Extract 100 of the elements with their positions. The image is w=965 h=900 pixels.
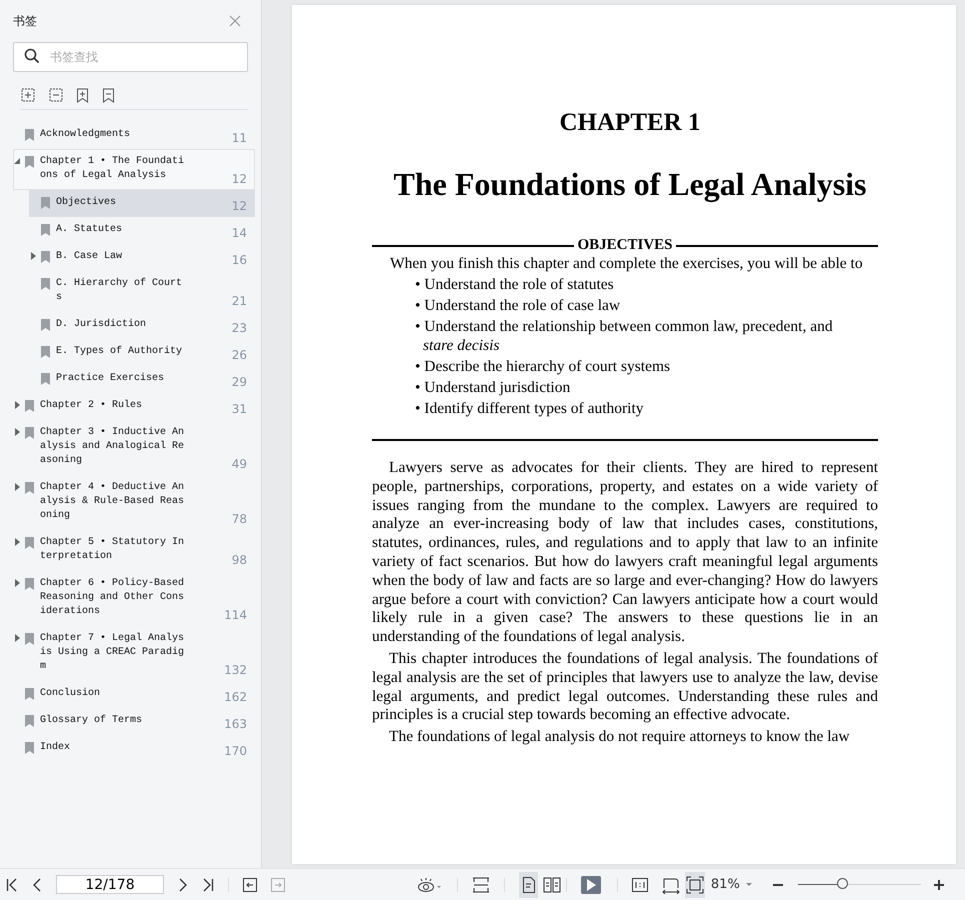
page-number: 12 <box>232 172 247 186</box>
body-paragraph: Lawyers serve as advocates for their clients. They are hired to represent people, partnerships, corporations, property, and estates on a wide variety of issues ranging from the mundane to the complex. Lawyers are required to analyze an ever-increasing body of law that includes cases, constitutions, statutes, ordinances, rules, and regulations and to apply that law to an infinite variety of fact scenarios. But how do lawyers craft meaningful legal arguments when the body of law and facts are so large and ever-changing? How do lawyers argue before a court with conviction? Can lawyers anticipate how a court would likely rule in a given case? The answers to these questions lie in an understanding of the foundations of legal analysis. <box>372 459 878 647</box>
bookmark-label: E. Types of Authority <box>56 345 184 359</box>
expand-arrow-icon[interactable] <box>14 538 21 546</box>
zoom-dropdown[interactable]: 81% <box>710 877 740 892</box>
collapse-all-icon[interactable] <box>48 88 63 103</box>
bookmark-item[interactable]: D. Jurisdiction 23 <box>29 312 255 339</box>
bookmark-item[interactable]: Glossary of Terms 163 <box>13 708 255 735</box>
single-page-view-button[interactable] <box>518 872 538 898</box>
collapse-arrow-icon[interactable] <box>14 157 21 165</box>
objectives-intro: When you finish this chapter and complete the exercises, you will be able to <box>390 255 864 273</box>
eye-icon[interactable] <box>417 876 444 892</box>
bookmark-label: Chapter 7 • Legal Analysis Using a CREAC Paradigm <box>40 632 186 674</box>
page-number: 31 <box>232 402 247 416</box>
bookmark-icon <box>25 537 34 549</box>
bookmark-item[interactable]: Chapter 2 • Rules 31 <box>13 393 255 420</box>
expand-all-icon[interactable] <box>20 88 35 103</box>
page-number: 114 <box>224 608 247 622</box>
bookmark-icon <box>25 482 34 494</box>
search-icon <box>24 48 40 64</box>
bookmark-icon <box>41 319 50 331</box>
bookmark-label: Chapter 4 • Deductive Analysis & Rule-Based Reasoning <box>40 481 186 523</box>
two-page-icon <box>543 876 562 892</box>
expand-arrow-icon[interactable] <box>14 401 21 409</box>
bookmark-item[interactable]: Conclusion 162 <box>13 681 255 708</box>
bookmark-item[interactable]: B. Case Law 16 <box>29 244 255 271</box>
expand-arrow-icon[interactable] <box>14 579 21 587</box>
bookmark-icon <box>41 373 50 385</box>
bookmark-item[interactable]: E. Types of Authority 26 <box>29 339 255 366</box>
previous-page-icon[interactable] <box>32 878 42 892</box>
chapter-title: The Foundations of Legal Analysis <box>392 166 868 203</box>
objective-item: • Understand the role of statutes <box>415 275 615 294</box>
caret-icon[interactable] <box>746 882 752 886</box>
zoom-in-icon[interactable] <box>933 878 945 890</box>
bookmark-icon <box>25 742 34 754</box>
bookmark-label: Index <box>40 741 72 755</box>
bookmark-label: Chapter 3 • Inductive Analysis and Analogical Reasoning <box>40 426 186 468</box>
expand-arrow-icon[interactable] <box>14 634 21 642</box>
bookmark-item[interactable]: A. Statutes 14 <box>29 217 255 244</box>
bookmark-item[interactable]: Chapter 5 • Statutory Interpretation 98 <box>13 530 255 571</box>
bookmark-icon <box>25 633 34 645</box>
expand-arrow-icon[interactable] <box>14 428 21 436</box>
page-number: 170 <box>224 744 247 758</box>
back-icon[interactable] <box>242 878 257 892</box>
page-number: 132 <box>224 663 247 677</box>
expand-arrow-icon[interactable] <box>14 483 21 491</box>
bookmark-icon <box>25 400 34 412</box>
bookmark-icon <box>41 251 50 263</box>
bookmark-item[interactable]: Chapter 1 • The Foundations of Legal Analysis 12 <box>13 149 255 190</box>
bookmark-label: Chapter 5 • Statutory Interpretation <box>40 536 186 564</box>
single-page-icon <box>522 876 536 892</box>
bookmark-item[interactable]: Acknowledgments 11 <box>13 122 255 149</box>
page-number: 14 <box>232 226 247 240</box>
bookmark-item[interactable]: Practice Exercises 29 <box>29 366 255 393</box>
search-field[interactable]: 书签查找 <box>13 42 248 72</box>
objective-item: • Understand the role of case law <box>415 296 622 315</box>
bookmark-label: Conclusion <box>40 687 102 701</box>
bookmark-item[interactable]: C. Hierarchy of Courts 21 <box>29 271 255 312</box>
page-number: 162 <box>224 690 247 704</box>
remove-bookmark-icon[interactable] <box>102 88 115 103</box>
bookmark-item[interactable]: Chapter 7 • Legal Analysis Using a CREAC Paradigm 132 <box>13 626 255 681</box>
bookmark-icon <box>41 224 50 236</box>
bookmark-icon <box>25 129 34 141</box>
bookmark-label: D. Jurisdiction <box>56 318 148 332</box>
panel-title: 书签 <box>13 12 37 30</box>
objective-item: • Describe the hierarchy of court systems <box>415 357 672 376</box>
last-page-icon[interactable] <box>202 878 214 892</box>
bookmark-item[interactable]: Chapter 6 • Policy-Based Reasoning and Other Considerations 114 <box>13 571 255 626</box>
bookmark-item[interactable]: Objectives 12 <box>29 190 255 217</box>
bookmark-item[interactable]: Chapter 3 • Inductive Analysis and Analogical Reasoning 49 <box>13 420 255 475</box>
next-page-icon[interactable] <box>178 878 188 892</box>
page-number: 26 <box>232 348 247 362</box>
fit-width-icon[interactable] <box>472 876 490 892</box>
page-number: 16 <box>232 253 247 267</box>
slider-thumb[interactable] <box>837 878 848 889</box>
page-number: 12 <box>232 199 247 213</box>
section-heading: OBJECTIVES <box>576 237 674 253</box>
bookmark-label: A. Statutes <box>56 223 124 237</box>
bookmark-label: B. Case Law <box>56 250 124 264</box>
page-number-field[interactable]: 12/178 <box>56 875 164 894</box>
objective-item: • Understand the relationship between common law, precedent, and stare decisis <box>415 317 834 355</box>
objective-item: • Identify different types of authority <box>415 399 645 418</box>
bookmark-label: C. Hierarchy of Courts <box>56 277 184 305</box>
bookmark-label: Acknowledgments <box>40 128 132 142</box>
bookmark-icon <box>25 578 34 590</box>
bookmark-item[interactable]: Index 170 <box>13 735 255 762</box>
actual-size-icon[interactable] <box>632 878 648 892</box>
bookmark-item[interactable]: Chapter 4 • Deductive Analysis & Rule-Based Reasoning 78 <box>13 475 255 530</box>
play-button[interactable] <box>580 876 601 894</box>
fit-page-button[interactable] <box>685 872 705 898</box>
expand-arrow-icon[interactable] <box>30 252 37 260</box>
bookmark-icon <box>41 278 50 290</box>
first-page-icon[interactable] <box>6 878 18 892</box>
page-number: 98 <box>232 553 247 567</box>
close-icon[interactable] <box>229 15 241 27</box>
bookmark-icon <box>25 156 34 168</box>
objective-item: • Understand jurisdiction <box>415 378 572 397</box>
bookmark-icon <box>25 688 34 700</box>
add-bookmark-icon[interactable] <box>76 88 89 103</box>
bookmark-icon <box>25 427 34 439</box>
